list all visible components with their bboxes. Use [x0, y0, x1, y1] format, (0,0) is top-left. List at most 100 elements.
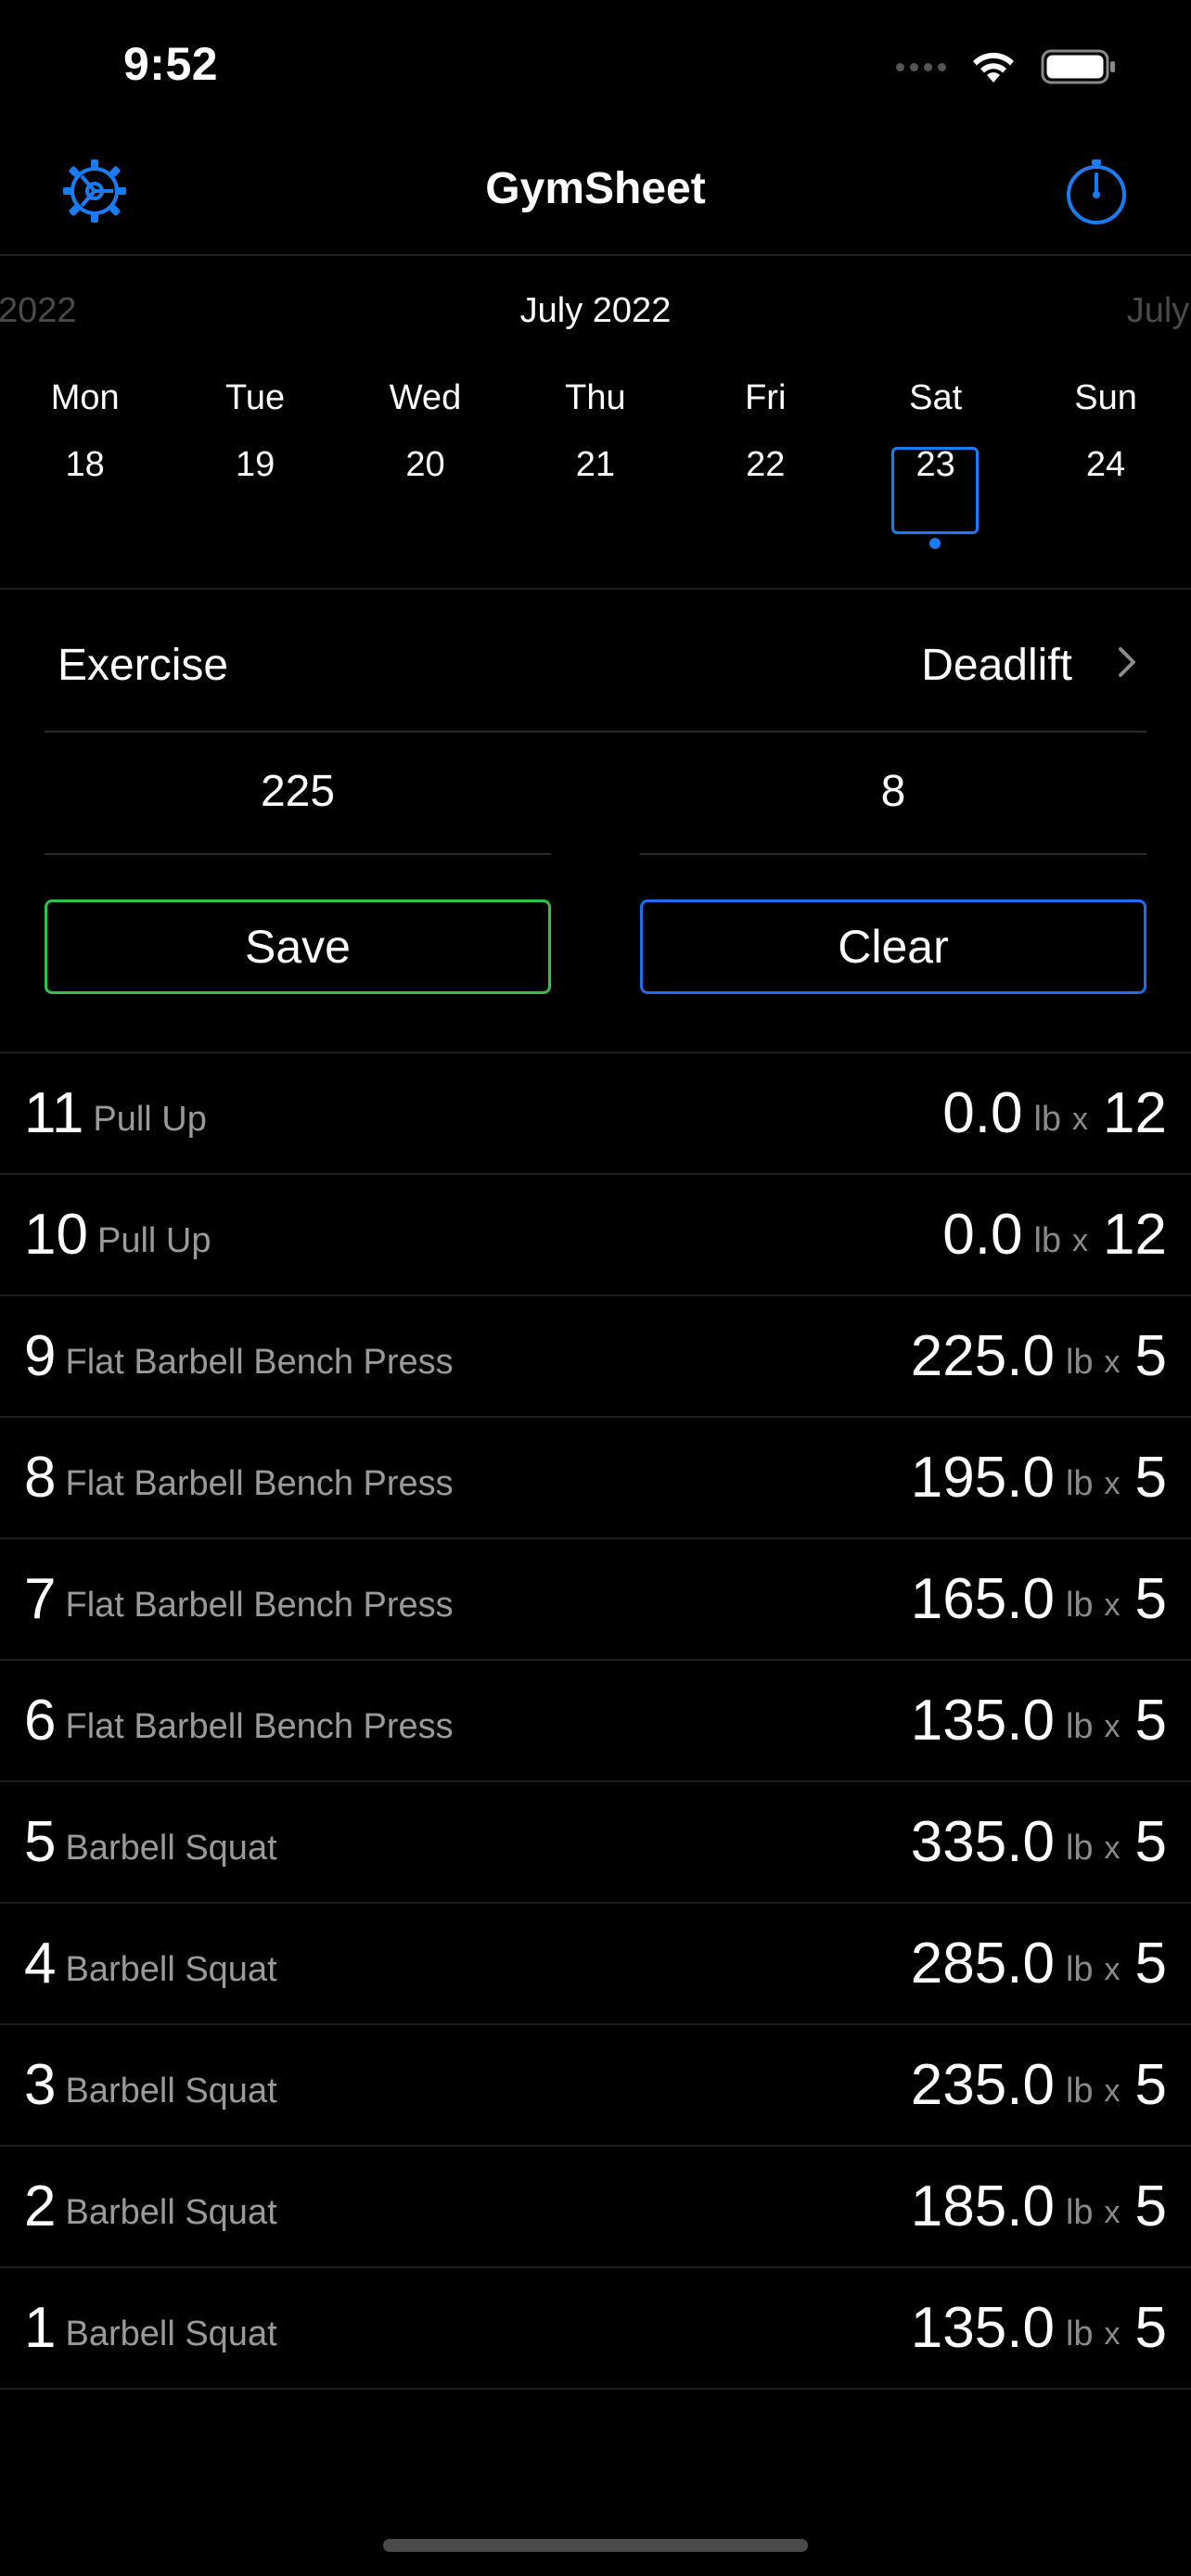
exercise-name: Flat Barbell Bench Press [65, 1464, 454, 1503]
set-number: 9 [24, 1324, 57, 1388]
app-title: GymSheet [485, 164, 706, 213]
weight-value: 235.0 [910, 2053, 1055, 2117]
weekday-label: Tue [225, 378, 286, 417]
exercise-name: Barbell Squat [65, 2315, 277, 2353]
set-number: 5 [24, 1810, 57, 1874]
weekday-label: Mon [50, 378, 120, 417]
day-cell[interactable]: 24 [1020, 445, 1190, 485]
weekday-label: Thu [565, 378, 626, 417]
day-cell[interactable]: 19 [170, 445, 339, 485]
set-number: 2 [24, 2174, 57, 2238]
exercise-name: Pull Up [93, 1100, 207, 1139]
stopwatch-icon[interactable] [1061, 156, 1132, 226]
log-row[interactable]: 10 Pull Up 0.0 lb x 12 [0, 1173, 1191, 1294]
exercise-value: Deadlift [921, 641, 1072, 690]
wifi-icon [973, 52, 1014, 83]
times-label: x [1104, 1588, 1121, 1623]
weekday-label: Wed [389, 378, 462, 417]
reps-value: 5 [1134, 1689, 1167, 1753]
weight-value: 185.0 [910, 2174, 1055, 2238]
unit-label: lb [1065, 2072, 1094, 2111]
selected-day-highlight [891, 447, 979, 534]
times-label: x [1104, 1709, 1121, 1744]
nav-bar: GymSheet [0, 130, 1191, 256]
day-cell[interactable]: 22 [681, 445, 851, 485]
week-calendar[interactable]: 20 22 July 2022 July 2 Mon Tue Wed Thu Fr… [0, 256, 1191, 590]
log-row[interactable]: 5 Barbell Squat 335.0 lb x 5 [0, 1780, 1191, 1902]
reps-value: 5 [1134, 1567, 1167, 1631]
status-time: 9:52 [123, 38, 219, 90]
reps-value: 12 [1103, 1081, 1167, 1145]
exercise-name: Flat Barbell Bench Press [65, 1707, 454, 1746]
times-label: x [1104, 1345, 1121, 1380]
chevron-right-icon [1119, 647, 1135, 677]
log-row[interactable]: 9 Flat Barbell Bench Press 225.0 lb x 5 [0, 1294, 1191, 1416]
home-indicator[interactable] [383, 2539, 808, 2552]
weight-value: 195.0 [910, 1446, 1055, 1510]
unit-label: lb [1065, 2315, 1094, 2353]
times-label: x [1104, 2316, 1121, 2352]
next-month-label[interactable]: July 2 [1127, 291, 1191, 331]
log-row[interactable]: 11 Pull Up 0.0 lb x 12 [0, 1052, 1191, 1173]
times-label: x [1104, 2195, 1121, 2230]
weight-value: 165.0 [910, 1567, 1055, 1631]
reps-value: 5 [1134, 2053, 1167, 2117]
clear-button[interactable]: Clear [640, 899, 1146, 994]
battery-icon [1041, 49, 1115, 84]
weekday-header: Mon Tue Wed Thu Fri Sat Sun [0, 378, 1191, 418]
status-icons [896, 48, 1117, 85]
times-label: x [1104, 1830, 1121, 1866]
set-number: 6 [24, 1689, 57, 1753]
exercise-name: Barbell Squat [65, 2193, 277, 2232]
log-row[interactable]: 3 Barbell Squat 235.0 lb x 5 [0, 2023, 1191, 2145]
unit-label: lb [1033, 1100, 1062, 1139]
set-number: 7 [24, 1567, 57, 1631]
cellular-signal-icon [896, 62, 946, 71]
weight-input[interactable]: 225 [45, 731, 551, 855]
log-row[interactable]: 7 Flat Barbell Bench Press 165.0 lb x 5 [0, 1537, 1191, 1659]
log-row[interactable]: 8 Flat Barbell Bench Press 195.0 lb x 5 [0, 1416, 1191, 1537]
log-row[interactable]: 1 Barbell Squat 135.0 lb x 5 [0, 2266, 1191, 2390]
reps-value: 5 [1134, 2296, 1167, 2360]
save-button[interactable]: Save [45, 899, 551, 994]
reps-value: 5 [1134, 1324, 1167, 1388]
weight-value: 225.0 [910, 1324, 1055, 1388]
status-bar: 9:52 [0, 0, 1191, 130]
weight-value: 335.0 [910, 1810, 1055, 1874]
set-number: 3 [24, 2053, 57, 2117]
weekday-label: Sun [1074, 378, 1137, 417]
day-cell[interactable]: 21 [510, 445, 680, 485]
unit-label: lb [1033, 1221, 1062, 1260]
reps-value: 5 [1134, 1810, 1167, 1874]
set-number: 10 [24, 1203, 88, 1267]
times-label: x [1104, 1466, 1121, 1501]
unit-label: lb [1065, 2193, 1094, 2232]
reps-input[interactable]: 8 [640, 731, 1146, 855]
day-cell[interactable]: 18 [0, 445, 170, 485]
set-number: 8 [24, 1446, 57, 1510]
exercise-name: Barbell Squat [65, 1950, 277, 1989]
reps-value: 12 [1103, 1203, 1167, 1267]
unit-label: lb [1065, 1707, 1094, 1746]
exercise-picker-row[interactable]: Exercise Deadlift [45, 590, 1146, 733]
times-label: x [1072, 1223, 1089, 1258]
unit-label: lb [1065, 1586, 1094, 1625]
weight-value: 135.0 [910, 1689, 1055, 1753]
log-row[interactable]: 2 Barbell Squat 185.0 lb x 5 [0, 2145, 1191, 2266]
log-row[interactable]: 6 Flat Barbell Bench Press 135.0 lb x 5 [0, 1659, 1191, 1780]
exercise-label: Exercise [58, 641, 229, 690]
unit-label: lb [1065, 1950, 1094, 1989]
current-month-label: July 2022 [519, 291, 672, 330]
day-row: 18 19 20 21 22 23 24 [0, 445, 1191, 485]
workout-log-list: 11 Pull Up 0.0 lb x 12 10 Pull Up 0.0 lb x 12 9F… [0, 1052, 1191, 2390]
exercise-name: Flat Barbell Bench Press [65, 1343, 454, 1382]
times-label: x [1072, 1102, 1089, 1137]
log-row[interactable]: 4 Barbell Squat 285.0 lb x 5 [0, 1902, 1191, 2023]
weight-value: 0.0 [942, 1081, 1023, 1145]
weight-value: 135.0 [910, 2296, 1055, 2360]
weekday-label: Fri [745, 378, 787, 417]
set-number: 11 [24, 1081, 84, 1145]
day-cell[interactable]: 20 [340, 445, 510, 485]
reps-value: 5 [1134, 1446, 1167, 1510]
has-entries-dot [929, 538, 941, 549]
